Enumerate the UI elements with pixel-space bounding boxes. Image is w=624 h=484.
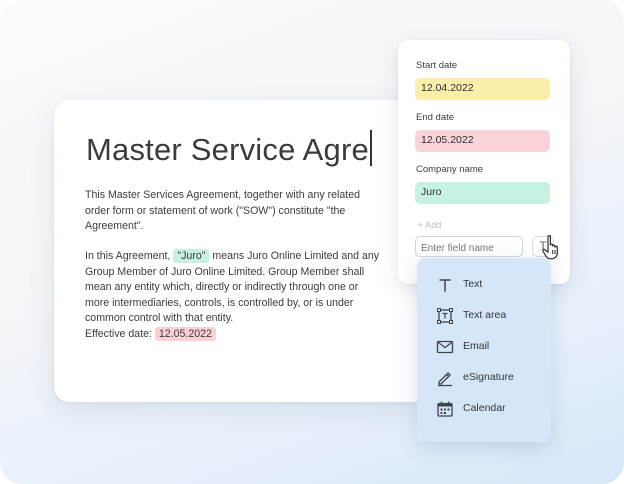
hand-pointer-icon (542, 235, 558, 260)
paragraph-text: In this Agreement, (85, 250, 174, 262)
document-title-text[interactable]: Master Service Agre (86, 132, 369, 167)
field-value-end-date[interactable]: 12.05.2022 (415, 130, 550, 152)
text-caret (369, 130, 372, 166)
field-label-company-name: Company name (416, 164, 484, 175)
email-icon (436, 340, 454, 354)
field-type-menu: Text Text area Email eSignature Calendar (417, 258, 551, 442)
field-label-start-date: Start date (416, 60, 458, 71)
menu-item-label: Text (463, 278, 483, 290)
calendar-icon (437, 401, 453, 417)
field-value-start-date[interactable]: 12.04.2022 (415, 78, 550, 100)
document-paragraph-2: In this Agreement, "Juro" means Juro Onl… (85, 249, 385, 343)
text-icon (439, 279, 451, 292)
menu-item-text-area[interactable]: Text area (417, 304, 551, 328)
document-paragraph-1: This Master Services Agreement, together… (85, 189, 360, 233)
menu-item-calendar[interactable]: Calendar (417, 397, 551, 421)
effective-date-chip[interactable]: 12.05.2022 (154, 326, 216, 341)
field-name-input[interactable] (415, 236, 523, 257)
background: Master Service Agre This Master Services… (0, 0, 624, 484)
company-name-chip[interactable]: "Juro" (173, 249, 210, 263)
add-field-button[interactable]: + Add (418, 220, 441, 230)
menu-item-label: Text area (463, 309, 507, 321)
menu-item-email[interactable]: Email (417, 335, 551, 359)
field-value-company-name[interactable]: Juro (415, 182, 550, 204)
menu-item-label: eSignature (463, 371, 514, 383)
field-label-end-date: End date (416, 112, 455, 123)
document-card: Master Service Agre This Master Services… (54, 100, 430, 402)
document-title[interactable]: Master Service Agre (86, 130, 372, 168)
text-area-icon (437, 308, 453, 324)
pen-icon (438, 372, 452, 387)
menu-item-label: Email (463, 340, 490, 352)
menu-item-label: Calendar (463, 402, 506, 414)
effective-date-label: Effective date: (85, 327, 155, 340)
menu-item-esignature[interactable]: eSignature (417, 366, 551, 390)
menu-item-text[interactable]: Text (417, 273, 551, 297)
